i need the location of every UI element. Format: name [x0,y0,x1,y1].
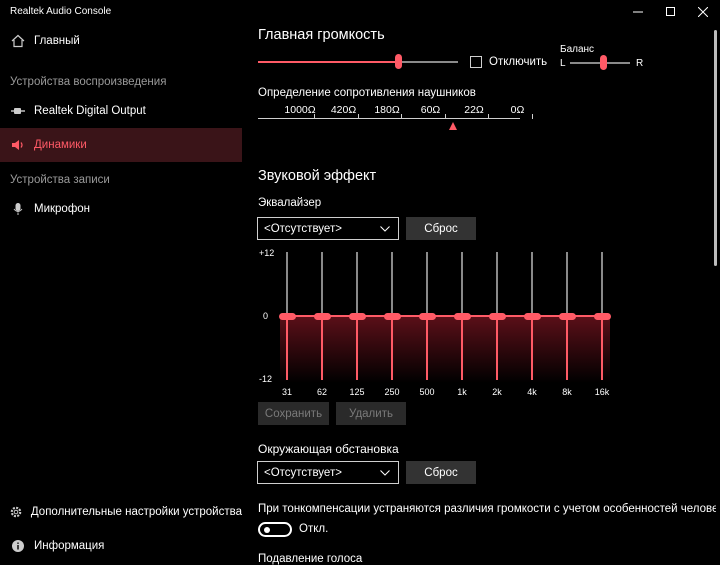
eq-band-thumb[interactable] [489,313,506,320]
eq-band-thumb[interactable] [384,313,401,320]
eq-band-label: 16k [594,387,610,397]
sidebar-item-information[interactable]: Информация [0,529,242,563]
eq-band-thumb[interactable] [559,313,576,320]
equalizer-delete-button[interactable]: Удалить [336,402,406,425]
eq-band-track-lower [461,316,463,380]
sidebar-item-label: Дополнительные настройки устройства [30,506,242,518]
eq-band-label: 4k [527,387,537,397]
eq-band-track-lower [286,316,288,380]
eq-band-track-lower [601,316,603,380]
eq-band-track [286,252,288,316]
eq-band-track-lower [391,316,393,380]
eq-band-label: 2k [492,387,502,397]
eq-band-track [461,252,463,316]
eq-band-track-lower [426,316,428,380]
eq-band-thumb[interactable] [594,313,611,320]
environment-title: Окружающая обстановка [258,442,399,456]
eq-band-thumb[interactable] [349,313,366,320]
eq-band-thumb[interactable] [454,313,471,320]
eq-band-label: 1k [457,387,467,397]
eq-band-track-lower [496,316,498,380]
eq-band-track-lower [566,316,568,380]
equalizer-bands: 31 62 125 250 500 1k 2k 4k 8k 16k [0,0,720,400]
equalizer-save-button[interactable]: Сохранить [258,402,329,425]
eq-band-label: 500 [419,387,435,397]
eq-band-track [496,252,498,316]
eq-band-thumb[interactable] [524,313,541,320]
eq-band-thumb[interactable] [419,313,436,320]
scrollbar[interactable] [714,30,717,266]
loudness-toggle-label: Откл. [299,523,329,535]
sidebar-item-label: Информация [34,540,105,552]
eq-band-track [321,252,323,316]
chevron-down-icon [380,467,390,479]
eq-band-track [531,252,533,316]
eq-band-label: 250 [384,387,400,397]
eq-band-label: 31 [281,387,292,397]
eq-band-track-lower [356,316,358,380]
environment-reset-button[interactable]: Сброс [406,461,476,484]
environment-preset-value: <Отсутствует> [264,466,342,479]
eq-band-track [356,252,358,316]
eq-band-track-lower [531,316,533,380]
eq-band-track [391,252,393,316]
sidebar-item-advanced-settings[interactable]: Дополнительные настройки устройства [0,495,242,529]
voice-suppression-title: Подавление голоса [258,553,363,565]
loudness-toggle[interactable] [258,522,292,537]
eq-band-label: 62 [316,387,327,397]
eq-band-track [601,252,603,316]
eq-band-track [566,252,568,316]
eq-band-thumb[interactable] [279,313,296,320]
environment-preset-dropdown[interactable]: <Отсутствует> [257,461,399,484]
eq-band-thumb[interactable] [314,313,331,320]
eq-band-label: 125 [349,387,365,397]
gear-icon [9,503,24,521]
eq-band-track-lower [321,316,323,380]
info-icon [9,537,27,555]
eq-band-track [426,252,428,316]
toggle-knob [264,527,270,533]
loudness-description: При тонкомпенсации устраняются различия … [258,503,716,515]
eq-band-label: 8k [562,387,572,397]
